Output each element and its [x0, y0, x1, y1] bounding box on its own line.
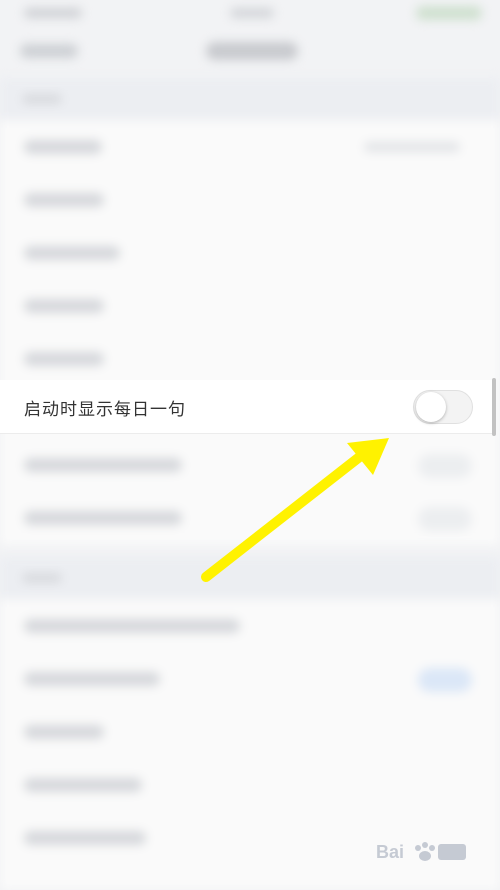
annotation-arrow-icon: [201, 438, 389, 582]
svg-text:Bai: Bai: [376, 842, 404, 862]
baidu-watermark-icon: Bai: [376, 842, 466, 862]
settings-screen: 启动时显示每日一句 Bai: [0, 0, 500, 890]
